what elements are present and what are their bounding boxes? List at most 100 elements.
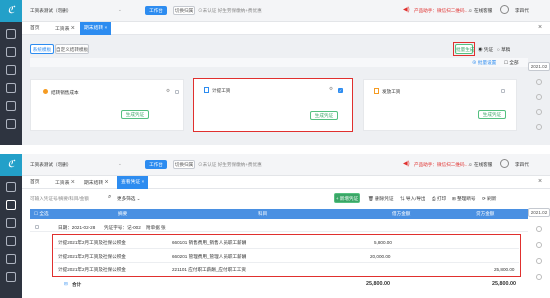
more-filter[interactable]: 更多筛选 ⌄ <box>117 196 141 202</box>
product-notice[interactable]: 产品助手：微信扫二维码… <box>414 162 469 168</box>
row-subject: 660101 销售费用_销售人员职工薪酬 <box>172 240 247 245</box>
speaker-icon: ◀) <box>403 161 410 167</box>
column-credit: 贷方金额 <box>476 211 495 216</box>
search-icon[interactable]: ⌕ <box>108 194 111 201</box>
right-mini-column <box>528 73 550 145</box>
close-icon[interactable]: × <box>71 25 75 32</box>
column-debit: 借方金额 <box>392 211 411 216</box>
status-icon <box>536 226 542 232</box>
period-button[interactable]: 工作台 <box>145 6 167 15</box>
add-voucher-button[interactable]: + 新增凭证 <box>334 193 360 203</box>
print-button[interactable]: ⎙ 打印 <box>432 196 446 202</box>
user-name[interactable]: 李四代 <box>515 8 529 14</box>
bell-icon[interactable] <box>500 159 509 168</box>
switch-button[interactable]: 切换归属 <box>173 160 195 169</box>
search-input[interactable]: 可输入凭证号/摘要/科目/金额 <box>30 196 112 202</box>
card-checkbox[interactable] <box>501 89 505 93</box>
tab-period-end[interactable]: 期末结转 × <box>80 176 113 189</box>
generate-voucher-button[interactable]: 生成凭证 <box>121 110 149 119</box>
card-title: 结转销售成本 <box>51 90 79 95</box>
sidebar: ℭ <box>0 154 22 298</box>
company-name[interactable]: 工资表测试（勿删） <box>30 162 71 168</box>
top-bar: 工资表测试（勿删） ⌄ 工作台 切换归属 ⊙未认证 好生劳保缴纳+费优惠 ◀) … <box>22 0 550 22</box>
date-chip[interactable]: 2021.02 <box>528 208 550 217</box>
settings-icon[interactable]: ⚙ <box>329 86 333 92</box>
card-checkbox[interactable] <box>175 90 179 94</box>
close-icon[interactable]: × <box>71 179 75 186</box>
online-service[interactable]: ☺ 在线客服 <box>468 162 492 168</box>
close-all-icon[interactable]: × <box>538 24 542 31</box>
chevron-down-icon[interactable]: ⌄ <box>118 161 122 167</box>
voucher-number[interactable]: 凭证字号：记-002 <box>104 225 141 231</box>
status-icon <box>536 109 542 115</box>
tab-payroll[interactable]: 工资表 × <box>51 22 79 35</box>
period-button[interactable]: 工作台 <box>145 160 167 169</box>
row-debit: 20,000.00 <box>370 254 391 259</box>
app-logo: ℭ <box>0 154 22 176</box>
generate-voucher-button[interactable]: 生成凭证 <box>310 111 338 120</box>
voucher-radio[interactable]: ◉ 凭证 <box>478 47 493 53</box>
table-row[interactable]: 计提2021年2月工资及社保公积金 660101 销售费用_销售人员职工薪酬 5… <box>54 236 519 249</box>
sort-number-button[interactable]: ⊞ 整理断号 <box>452 196 476 202</box>
product-notice[interactable]: 产品助手：微信扫二维码… <box>414 8 469 14</box>
subtab-custom-template[interactable]: 自定义结转模板 <box>55 44 89 54</box>
ledger-icon[interactable] <box>6 218 16 228</box>
table-row[interactable]: 计提2021年2月工资及社保公积金 660201 管理费用_管理人员职工薪酬 2… <box>54 250 519 263</box>
close-all-icon[interactable]: × <box>538 178 542 185</box>
chart-icon[interactable] <box>6 83 16 93</box>
row-credit: 25,800.00 <box>494 267 515 272</box>
home-icon[interactable] <box>6 182 16 192</box>
select-all-checkbox[interactable]: ☐ 全选 <box>34 211 49 217</box>
tab-payroll[interactable]: 工资表 × <box>51 176 79 189</box>
status-icon <box>536 79 542 85</box>
delete-voucher-button[interactable]: 🗑 删除凭证 <box>368 196 394 202</box>
generate-all-button[interactable]: 批量生成 <box>455 44 474 54</box>
chevron-down-icon[interactable]: ⌄ <box>118 7 122 13</box>
refresh-button[interactable]: ⟳ 刷新 <box>482 196 496 202</box>
voucher-icon[interactable] <box>6 200 16 210</box>
status-icon <box>536 124 542 130</box>
ledger-icon[interactable] <box>6 65 16 75</box>
tab-period-end[interactable]: 期末结转 × <box>80 22 112 35</box>
tab-bar: 首页 工资表 × 期末结转 × 查看凭证 × × <box>22 176 550 189</box>
date-chip[interactable]: 2021.02 <box>528 62 550 71</box>
online-service[interactable]: ☺ 在线客服 <box>468 8 492 14</box>
tax-icon[interactable] <box>6 272 16 282</box>
chart-icon[interactable] <box>6 236 16 246</box>
company-name[interactable]: 工资表测试（勿删） <box>30 8 71 14</box>
row-subject: 221101 应付职工薪酬_应付职工工资 <box>172 267 246 272</box>
card-checkbox-checked[interactable]: ✓ <box>338 88 343 93</box>
close-icon[interactable]: × <box>105 179 109 186</box>
switch-button[interactable]: 切换归属 <box>173 6 195 15</box>
row-checkbox[interactable] <box>35 225 39 229</box>
voucher-icon[interactable] <box>6 47 16 57</box>
tab-home[interactable]: 首页 <box>26 176 44 189</box>
draft-radio[interactable]: ○ 草稿 <box>497 47 510 53</box>
right-mini-column <box>528 218 550 298</box>
filter-strip: ⊕ 批量设置 ☐ 全部 <box>30 58 528 67</box>
user-name[interactable]: 李四代 <box>515 162 529 168</box>
card-title: 发放工资 <box>382 89 401 94</box>
table-row[interactable]: 计提2021年2月工资及社保公积金 221101 应付职工薪酬_应付职工工资 2… <box>54 264 519 276</box>
voucher-date: 日期：2021-02-28 <box>58 225 96 230</box>
tab-home[interactable]: 首页 <box>26 22 44 35</box>
settings-icon[interactable]: ⚙ <box>166 88 170 94</box>
filter-all[interactable]: ☐ 全部 <box>504 60 519 66</box>
status-icon <box>536 258 542 264</box>
sidebar: ℭ <box>0 0 22 145</box>
status-icon <box>536 242 542 248</box>
generate-voucher-button[interactable]: 生成凭证 <box>478 110 506 119</box>
import-export-button[interactable]: ⇅ 导入/导出 <box>400 196 426 202</box>
home-icon[interactable] <box>6 29 16 39</box>
batch-setting[interactable]: ⊕ 批量设置 <box>472 60 496 66</box>
report-icon[interactable] <box>6 101 16 111</box>
voucher-meta: 日期：2021-02-28 凭证字号：记-002 附单据 张 <box>30 222 528 232</box>
report-icon[interactable] <box>6 254 16 264</box>
card-pay-wages: 发放工资 生成凭证 <box>363 79 517 131</box>
certification-status: ⊙未认证 好生劳保缴纳+费优惠 <box>198 8 262 13</box>
bell-icon[interactable] <box>500 5 509 14</box>
subtab-system-template[interactable]: 系统模板 <box>30 44 54 54</box>
card-status-dot <box>43 89 48 94</box>
tab-view-voucher[interactable]: 查看凭证 × <box>117 176 149 189</box>
tax-icon[interactable] <box>6 119 16 129</box>
